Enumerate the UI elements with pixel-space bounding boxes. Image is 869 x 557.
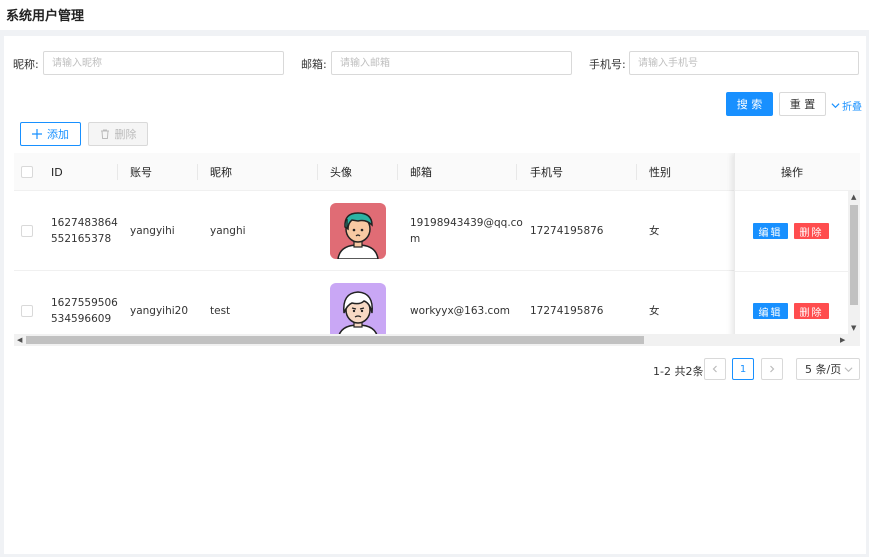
search-button[interactable]: 搜 索 <box>726 92 773 116</box>
top-header-bar: 系统用户管理 <box>0 0 869 30</box>
avatar <box>330 283 386 339</box>
scroll-right-arrow-icon[interactable]: ▶ <box>840 336 845 344</box>
row-checkbox[interactable] <box>21 305 33 317</box>
plus-icon <box>32 129 42 139</box>
email-cell: workyyx@163.com <box>410 305 510 317</box>
id-line: 534596609 <box>51 313 112 325</box>
reset-button[interactable]: 重 置 <box>779 92 826 116</box>
pagination-page[interactable]: 1 <box>732 358 754 380</box>
chevron-right-icon <box>770 365 775 373</box>
email-cell: 19198943439@qq.co m <box>410 215 523 247</box>
add-button-label: 添加 <box>47 128 69 141</box>
page-size-value: 5 条/页 <box>805 363 842 376</box>
batch-delete-label: 删除 <box>114 128 137 141</box>
user-table: ID 账号 昵称 头像 邮箱 手机号 性别 1627483864 5521653… <box>14 153 860 346</box>
account-cell: yangyihi20 <box>130 305 189 317</box>
nickname-cell: yanghi <box>210 225 246 237</box>
column-divider <box>317 164 318 180</box>
delete-button[interactable]: 删除 <box>794 223 829 239</box>
nickname-cell: test <box>210 305 231 317</box>
email-line: 19198943439@qq.co <box>410 217 523 229</box>
gender-cell: 女 <box>649 305 660 317</box>
avatar <box>330 203 386 259</box>
avatar-illustration <box>337 212 379 259</box>
chevron-down-icon <box>831 103 840 109</box>
column-divider <box>397 164 398 180</box>
account-cell: yangyihi <box>130 225 175 237</box>
id-line: 552165378 <box>51 233 112 245</box>
column-header-nickname: 昵称 <box>210 166 232 179</box>
column-divider <box>636 164 637 180</box>
trash-icon <box>100 129 109 139</box>
column-divider <box>516 164 517 180</box>
nickname-label: 昵称: <box>13 58 39 71</box>
column-header-actions: 操作 <box>735 153 849 191</box>
batch-delete-button[interactable]: 删除 <box>88 122 148 146</box>
chevron-left-icon <box>712 365 717 373</box>
edit-button[interactable]: 编辑 <box>753 223 788 239</box>
fixed-operations-column: 操作 编辑 删除 编辑 删除 <box>734 153 849 346</box>
vertical-scrollbar[interactable]: ▲ ▼ <box>848 191 860 334</box>
row-checkbox[interactable] <box>21 225 33 237</box>
id-cell: 1627559506 534596609 <box>51 295 118 327</box>
column-header-avatar: 头像 <box>330 166 352 179</box>
page-size-select[interactable]: 5 条/页 <box>796 358 860 380</box>
avatar-illustration <box>337 291 379 339</box>
column-divider <box>117 164 118 180</box>
page-title: 系统用户管理 <box>6 9 85 24</box>
phone-cell: 17274195876 <box>530 305 604 317</box>
nickname-input[interactable] <box>43 51 284 75</box>
pagination-next[interactable] <box>761 358 783 380</box>
phone-input[interactable] <box>629 51 859 75</box>
select-all-checkbox[interactable] <box>21 166 33 178</box>
edit-button[interactable]: 编辑 <box>753 303 788 319</box>
column-header-phone: 手机号 <box>530 166 563 179</box>
id-line: 1627483864 <box>51 217 118 229</box>
phone-label: 手机号: <box>589 58 626 71</box>
column-header-email: 邮箱 <box>410 166 432 179</box>
column-header-id: ID <box>51 165 63 179</box>
email-line: m <box>410 233 421 245</box>
scroll-up-arrow-icon[interactable]: ▲ <box>851 193 856 201</box>
column-divider <box>197 164 198 180</box>
id-line: 1627559506 <box>51 297 118 309</box>
horizontal-scrollbar[interactable]: ◀ ▶ <box>14 334 860 346</box>
email-label: 邮箱: <box>301 58 327 71</box>
column-header-gender: 性别 <box>649 166 671 179</box>
pagination-total: 1-2 共2条 <box>653 365 704 378</box>
email-input[interactable] <box>331 51 572 75</box>
content-card: 昵称: 邮箱: 手机号: 搜 索 重 置 折叠 添加 删除 ID 账号 昵称 头… <box>4 36 866 554</box>
row-divider <box>735 271 849 272</box>
scroll-down-arrow-icon[interactable]: ▼ <box>851 324 856 332</box>
gender-cell: 女 <box>649 225 660 237</box>
scroll-left-arrow-icon[interactable]: ◀ <box>17 336 22 344</box>
add-button[interactable]: 添加 <box>20 122 81 146</box>
pagination-prev[interactable] <box>704 358 726 380</box>
id-cell: 1627483864 552165378 <box>51 215 118 247</box>
collapse-toggle[interactable]: 折叠 <box>831 98 862 113</box>
chevron-down-icon <box>844 367 853 373</box>
vertical-scrollbar-thumb[interactable] <box>850 205 858 305</box>
collapse-label: 折叠 <box>842 102 862 113</box>
column-header-account: 账号 <box>130 166 152 179</box>
delete-button[interactable]: 删除 <box>794 303 829 319</box>
phone-cell: 17274195876 <box>530 225 604 237</box>
horizontal-scrollbar-thumb[interactable] <box>26 336 644 344</box>
